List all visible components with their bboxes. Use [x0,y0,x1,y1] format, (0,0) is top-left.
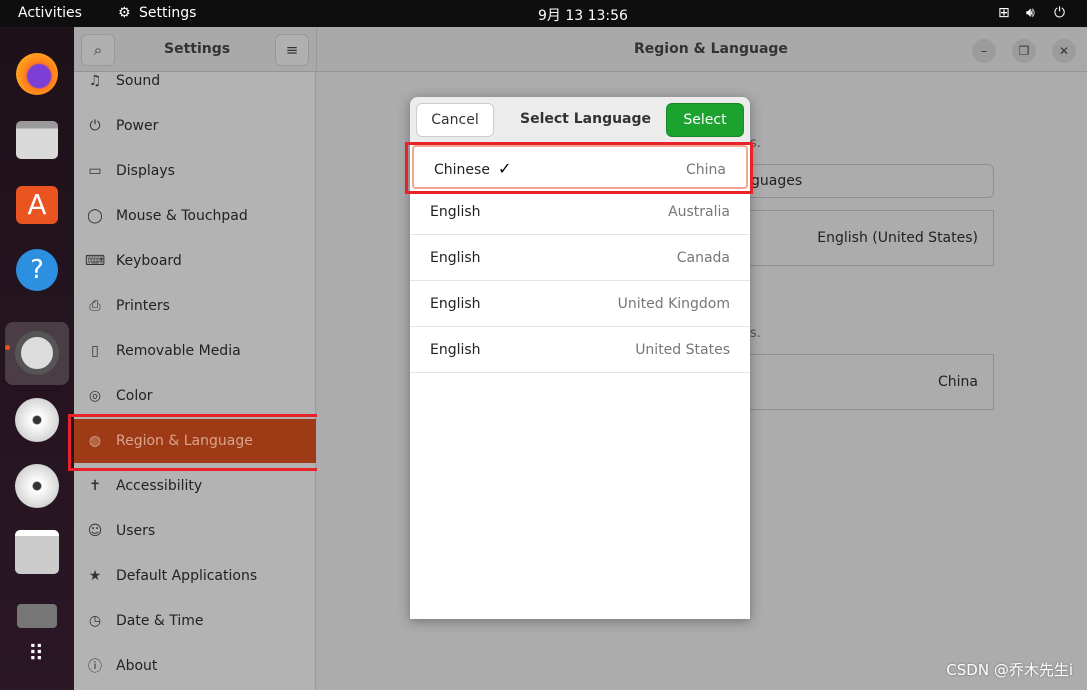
sidebar-item-displays[interactable]: ▭ Displays [74,149,316,193]
sidebar-item-mouse-touchpad[interactable]: ◯ Mouse & Touchpad [74,194,316,238]
dialog-header: Cancel Select Language Select [410,97,750,143]
sidebar-icon: ✝ [89,478,101,494]
floppy-icon[interactable] [14,529,60,575]
sidebar-item-color[interactable]: ◎ Color [74,374,316,418]
sidebar-item-label: Removable Media [116,343,241,359]
sidebar-item-label: Date & Time [116,613,204,629]
activities-button[interactable]: Activities [18,5,82,21]
sidebar-item-printers[interactable]: ⎙ Printers [74,284,316,328]
software-icon[interactable]: A [14,182,60,228]
language-row[interactable]: English United States [410,327,750,373]
disc-icon[interactable] [14,463,60,509]
sidebar-item-label: Default Applications [116,568,258,584]
language-name: English [430,296,481,312]
search-icon: ⌕ [93,41,103,59]
dock: A ? ⠿ [0,27,74,690]
sidebar-item-users[interactable]: ☺ Users [74,509,316,553]
sidebar-item-label: About [116,658,158,674]
region-name: Canada [676,250,730,266]
language-name: English [430,250,481,266]
clock[interactable]: 9月 13 13:56 [538,5,628,25]
divider [316,27,317,72]
sidebar-item-label: Printers [116,298,170,314]
sidebar-icon: ☺ [87,523,103,539]
running-indicator [5,345,10,350]
formats-value: English (United States) [817,230,978,246]
maximize-button[interactable]: ❐ [1012,39,1036,63]
highlight-box [405,142,753,194]
button-label: guages [751,173,803,189]
files-icon[interactable] [14,117,60,163]
sidebar-item-label: Keyboard [116,253,182,269]
gear-icon: ⚙ [118,5,131,21]
region-name: United States [635,342,730,358]
region-name: Australia [668,204,730,220]
app-grid-icon[interactable]: ⠿ [14,631,60,677]
sidebar-item-label: Mouse & Touchpad [116,208,248,224]
top-bar: Activities ⚙ Settings 9月 13 13:56 ⊞ 🔊︎ ⏻ [0,0,1087,27]
sidebar-icon: ◯ [87,208,103,224]
sidebar-item-sound[interactable]: ♫ Sound [74,59,316,103]
sidebar-icon: ⎙ [89,298,101,314]
region-name: United Kingdom [617,296,730,312]
help-icon[interactable]: ? [14,247,60,293]
sidebar-item-label: Color [116,388,153,404]
sidebar-icon: ⏻ [89,118,101,134]
language-name: English [430,342,481,358]
network-icon[interactable]: ⊞ [998,5,1010,21]
page-title: Region & Language [634,41,788,57]
hamburger-icon: ≡ [285,41,299,59]
sidebar-icon: ⓘ [88,659,102,675]
sidebar-item-label: Sound [116,73,161,89]
volume-icon[interactable]: 🔊︎ [1026,5,1035,21]
sidebar-item-label: Accessibility [116,478,203,494]
language-row[interactable]: English Australia [410,189,750,235]
cancel-button[interactable]: Cancel [416,103,494,137]
sidebar-item-label: Users [116,523,156,539]
firefox-icon[interactable] [14,51,60,97]
language-name: English [430,204,481,220]
dialog-title: Select Language [520,111,652,127]
close-button[interactable]: ✕ [1052,39,1076,63]
description-text: s. [750,326,761,341]
language-row[interactable]: English United Kingdom [410,281,750,327]
sidebar-title: Settings [164,41,231,57]
sidebar-icon: ◎ [88,388,102,404]
watermark: CSDN @乔木先生i [946,661,1073,679]
region-value: China [938,374,978,390]
select-button[interactable]: Select [666,103,744,137]
sidebar-icon: ★ [88,568,102,584]
sidebar-item-about[interactable]: ⓘ About [74,644,316,688]
sidebar-icon: ▭ [88,163,102,179]
sidebar-icon: ⌨ [84,253,106,269]
settings-icon[interactable] [14,330,60,376]
sidebar-item-default-applications[interactable]: ★ Default Applications [74,554,316,598]
power-icon[interactable]: ⏻ [1054,5,1065,21]
sidebar-item-label: Power [116,118,159,134]
highlight-box [68,414,322,471]
sidebar-icon: ▯ [91,343,99,359]
sidebar-icon: ♫ [88,73,102,89]
minimize-button[interactable]: – [972,39,996,63]
sidebar: ♫ Sound ⏻ Power ▭ Displays ◯ Mouse & Touchpad ⌨ K… [74,72,316,690]
sidebar-item-label: Displays [116,163,175,179]
sidebar-item-removable-media[interactable]: ▯ Removable Media [74,329,316,373]
sidebar-icon: ◷ [88,613,102,629]
disc-icon[interactable] [14,397,60,443]
sidebar-item-date-time[interactable]: ◷ Date & Time [74,599,316,643]
sidebar-item-keyboard[interactable]: ⌨ Keyboard [74,239,316,283]
sidebar-item-power[interactable]: ⏻ Power [74,104,316,148]
app-menu[interactable]: Settings [139,5,196,21]
language-row[interactable]: English Canada [410,235,750,281]
